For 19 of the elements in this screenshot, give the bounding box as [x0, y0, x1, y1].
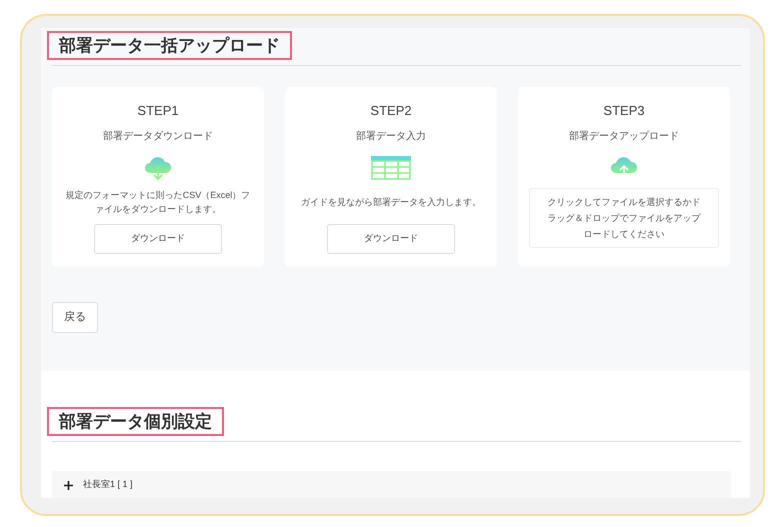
tree-row[interactable]: 社長室1 [ 1 ]	[52, 471, 731, 498]
step-description: 規定のフォーマットに則ったCSV（Excel）ファイルをダウンロードします。	[64, 189, 252, 216]
expand-icon[interactable]	[64, 480, 73, 490]
step-label: STEP3	[603, 103, 645, 119]
step-description: ガイドを見ながら部署データを入力します。	[300, 196, 482, 209]
upload-dropzone[interactable]: クリックしてファイルを選択するかドラッグ＆ドロップでファイルをアップロードしてください	[529, 188, 719, 248]
tree-label: 社長室1 [ 1 ]	[83, 478, 133, 492]
section-title: 部署データ個別設定	[47, 407, 224, 436]
step-label: STEP1	[137, 103, 179, 119]
section-title: 部署データ一括アップロード	[47, 31, 292, 60]
step-title: 部署データダウンロード	[103, 130, 213, 144]
table-icon	[371, 156, 411, 180]
download-button[interactable]: ダウンロード	[94, 224, 222, 254]
step-title: 部署データ入力	[356, 130, 426, 144]
back-button[interactable]: 戻る	[52, 302, 98, 333]
step-label: STEP2	[370, 103, 412, 119]
cloud-download-icon	[144, 155, 172, 181]
step-title: 部署データアップロード	[569, 130, 679, 144]
download-button[interactable]: ダウンロード	[327, 224, 455, 254]
